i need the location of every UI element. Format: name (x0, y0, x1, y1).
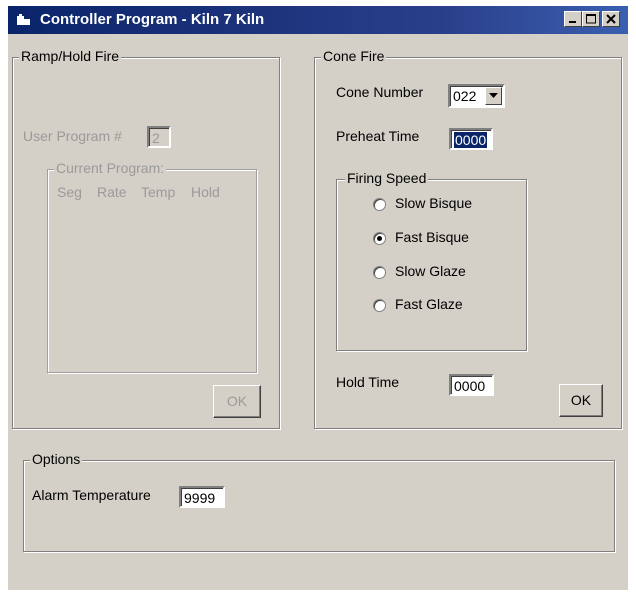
ramp-hold-fire-group: Ramp/Hold Fire User Program # 2 Current … (12, 48, 280, 429)
radio-fast-glaze[interactable] (373, 299, 386, 312)
radio-selected-dot (377, 236, 382, 241)
radio-label-slow-glaze[interactable]: Slow Glaze (395, 263, 466, 279)
title-bar[interactable]: Controller Program - Kiln 7 Kiln (8, 6, 628, 34)
controller-program-window: Controller Program - Kiln 7 Kiln Ramp/Ho… (8, 6, 628, 590)
cone-fire-ok-button[interactable]: OK (559, 384, 603, 417)
column-header-seg: Seg (57, 184, 82, 200)
current-program-legend: Current Program: (54, 160, 167, 176)
cone-number-label: Cone Number (336, 84, 424, 100)
radio-label-fast-glaze[interactable]: Fast Glaze (395, 296, 463, 312)
firing-speed-group: Firing Speed Slow Bisque Fast Bisque Slo… (336, 170, 527, 351)
radio-label-fast-bisque[interactable]: Fast Bisque (395, 229, 469, 245)
column-header-rate: Rate (97, 184, 127, 200)
chevron-down-icon (489, 93, 498, 98)
preheat-time-label: Preheat Time (336, 128, 420, 144)
firing-speed-legend: Firing Speed (345, 170, 429, 186)
ramp-hold-ok-button: OK (213, 385, 261, 418)
radio-slow-glaze[interactable] (373, 266, 386, 279)
minimize-icon (569, 21, 576, 23)
options-group: Options Alarm Temperature 9999 (23, 451, 615, 552)
radio-label-slow-bisque[interactable]: Slow Bisque (395, 195, 472, 211)
cone-number-dropdown-button[interactable] (485, 87, 502, 105)
cone-fire-legend: Cone Fire (321, 48, 387, 64)
close-icon (606, 14, 616, 24)
hold-time-field[interactable]: 0000 (449, 374, 494, 396)
maximize-button[interactable] (582, 11, 600, 27)
maximize-icon (586, 14, 596, 24)
alarm-temperature-field[interactable]: 9999 (179, 486, 225, 508)
radio-fast-bisque[interactable] (373, 232, 386, 245)
column-header-temp: Temp (141, 184, 176, 200)
kiln-app-icon (17, 14, 30, 25)
cone-number-value: 022 (453, 88, 477, 104)
ramp-hold-fire-legend: Ramp/Hold Fire (19, 48, 122, 64)
hold-time-label: Hold Time (336, 374, 400, 390)
alarm-temperature-label: Alarm Temperature (32, 487, 151, 503)
close-button[interactable] (602, 11, 620, 27)
cone-number-select[interactable]: 022 (448, 84, 505, 108)
user-program-field: 2 (147, 126, 171, 148)
user-program-label: User Program # (23, 128, 122, 144)
preheat-time-field[interactable]: 0000 (449, 128, 493, 150)
cone-fire-group: Cone Fire Cone Number 022 Preheat Time 0… (314, 48, 622, 429)
window-title: Controller Program - Kiln 7 Kiln (40, 11, 265, 28)
current-program-group: Current Program: Seg Rate Temp Hold (47, 160, 257, 373)
column-header-hold: Hold (191, 184, 220, 200)
options-legend: Options (30, 451, 83, 467)
radio-slow-bisque[interactable] (373, 198, 386, 211)
minimize-button[interactable] (564, 11, 582, 27)
